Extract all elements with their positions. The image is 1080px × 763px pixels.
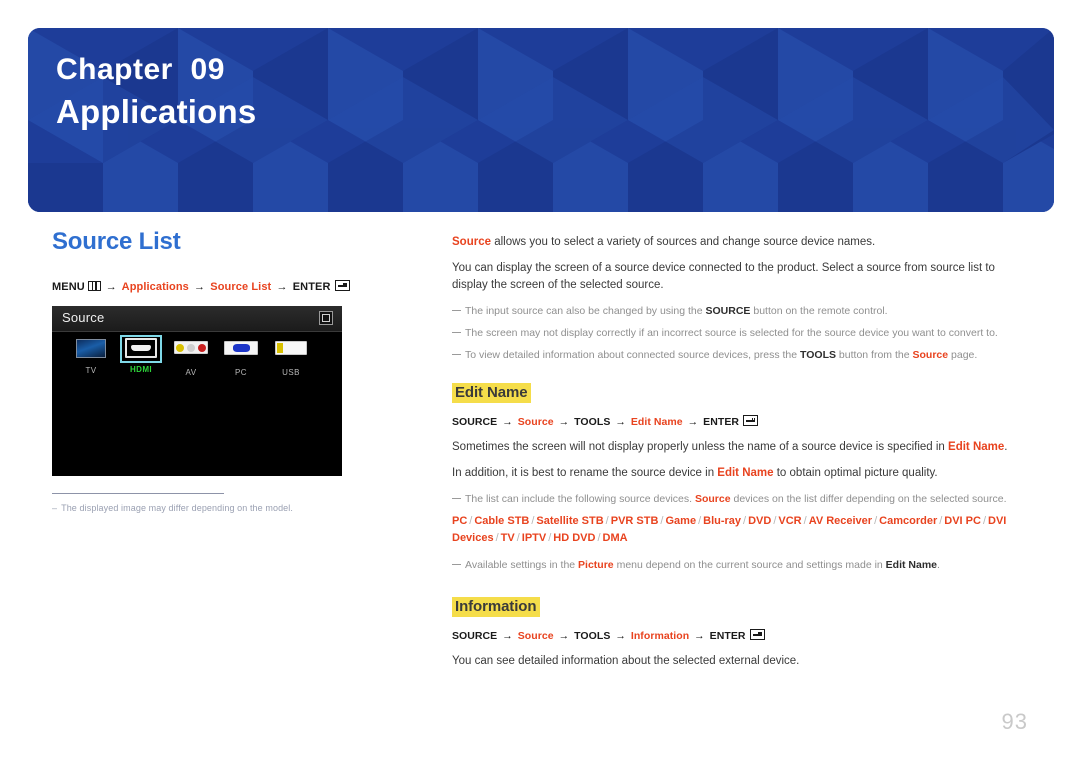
chapter-label: Chapter 09 [56,53,225,86]
edit-name-heading-wrap: Edit Name [452,383,1022,403]
enter-key-icon [334,280,350,291]
nav-step-applications[interactable]: Applications [122,281,189,293]
intro-paragraph-2: You can display the screen of a source d… [452,262,995,291]
path-arrow-3: → [615,630,626,642]
device-list-item: Blu-ray [703,515,742,527]
source-item-pc[interactable]: PC [216,338,266,377]
enter-key-icon [743,415,759,426]
device-list-item: HD DVD [553,532,596,544]
path-arrow-2: → [558,416,570,428]
device-list-item: DVD [748,515,772,527]
footnote-divider [52,493,224,494]
device-list-item: IPTV [521,532,547,544]
menu-navigation-path: MENU → Applications → Source List → ENTER [52,280,412,293]
intro-lead-term: Source [452,236,491,248]
information-heading-wrap: Information [452,597,1022,617]
device-list-item: DVI PC [944,515,981,527]
path-arrow-3: → [276,281,288,293]
menu-grid-icon [87,281,101,291]
cmd-step-tools: TOOLS [574,630,611,642]
footnote-dash: – [52,503,58,513]
path-arrow-1: → [105,281,117,293]
path-arrow-4: → [694,630,705,642]
supported-device-list: PC / Cable STB / Satellite STB / PVR STB / Game /… [452,515,1007,544]
device-list-item: Satellite STB [536,515,604,527]
chapter-banner: Chapter 09 Applications [28,28,1054,212]
path-arrow-1: → [502,630,513,642]
footnote: – The displayed image may differ dependin… [52,503,412,513]
enter-key-icon [749,629,765,640]
chapter-name: Applications [56,93,257,130]
screenshot-title: Source [62,310,105,325]
vga-port-icon [223,341,259,363]
information-heading: Information [452,597,541,617]
return-icon[interactable] [319,311,333,325]
intro-paragraph-1: Source allows you to select a variety of… [452,234,1022,251]
device-list-item: PC [452,515,468,527]
source-item-label: PC [235,368,247,377]
edit-name-command-path: SOURCE → Source → TOOLS → Edit Name → EN… [452,415,1022,428]
edit-name-heading: Edit Name [452,383,532,403]
path-arrow-2: → [558,630,570,642]
intro-bullet-3: To view detailed information about conne… [452,347,1022,363]
device-list-bullet: The list can include the following sourc… [452,491,1022,507]
intro-lead-rest: allows you to select a variety of source… [491,236,876,248]
tv-screen-icon [73,339,109,361]
path-arrow-1: → [502,416,513,428]
information-command-path: SOURCE → Source → TOOLS → Information → … [452,629,1022,642]
device-list-item: PVR STB [610,515,659,527]
path-arrow-2: → [194,281,206,293]
right-column: Source allows you to select a variety of… [452,234,1022,679]
source-item-hdmi[interactable]: HDMI [116,335,166,377]
hdmi-port-icon [120,335,162,363]
source-item-av[interactable]: AV [166,338,216,377]
left-column: Source List MENU → Applications → Source … [52,228,412,513]
source-list-screenshot: Source TV HDMI AV PC USB [52,306,342,476]
cmd-step-source[interactable]: Source [518,416,554,428]
enter-label: ENTER [292,281,331,293]
cmd-step-source[interactable]: Source [518,630,554,642]
picture-settings-bullet: Available settings in the Picture menu d… [452,557,1022,573]
intro-bullet-list: The input source can also be changed by … [452,303,1022,363]
source-item-usb[interactable]: USB [266,338,316,377]
edit-name-paragraph-2: In addition, it is best to rename the so… [452,467,938,479]
device-list-item: VCR [778,515,802,527]
source-item-label: TV [85,366,97,375]
device-list-item: Game [665,515,697,527]
intro-bullet-2: The screen may not display correctly if … [452,325,1022,341]
page-number: 93 [1001,709,1028,734]
path-arrow-3: → [615,416,626,428]
banner-title-group: Chapter 09 Applications [56,50,256,134]
source-item-label: HDMI [129,365,153,374]
page-title: Source List [52,228,181,255]
device-list-item: Camcorder [879,515,938,527]
cmd-step-information[interactable]: Information [631,630,689,642]
source-item-label: AV [185,368,197,377]
av-rca-jacks-icon [173,341,209,363]
cmd-step-edit-name[interactable]: Edit Name [631,416,683,428]
device-list-item: AV Receiver [808,515,873,527]
source-item-label: USB [282,368,300,377]
device-list-item: Cable STB [474,515,530,527]
enter-label: ENTER [703,416,740,428]
intro-bullet-1: The input source can also be changed by … [452,303,1022,319]
device-list-item: DMA [602,532,628,544]
device-list-item: TV [500,532,515,544]
footnote-text: The displayed image may differ depending… [61,503,293,513]
edit-name-paragraph-1: Sometimes the screen will not display pr… [452,441,1008,453]
source-item-tv[interactable]: TV [66,338,116,377]
nav-step-source-list[interactable]: Source List [210,281,271,293]
source-items-row: TV HDMI AV PC USB [52,335,342,377]
cmd-step-tools: TOOLS [574,416,611,428]
path-arrow-4: → [687,416,699,428]
usb-port-icon [273,341,309,363]
enter-label: ENTER [709,630,746,642]
source-button-label: SOURCE [452,630,498,642]
source-button-label: SOURCE [452,416,498,428]
menu-label: MENU [52,281,85,293]
information-body: You can see detailed information about t… [452,655,800,667]
